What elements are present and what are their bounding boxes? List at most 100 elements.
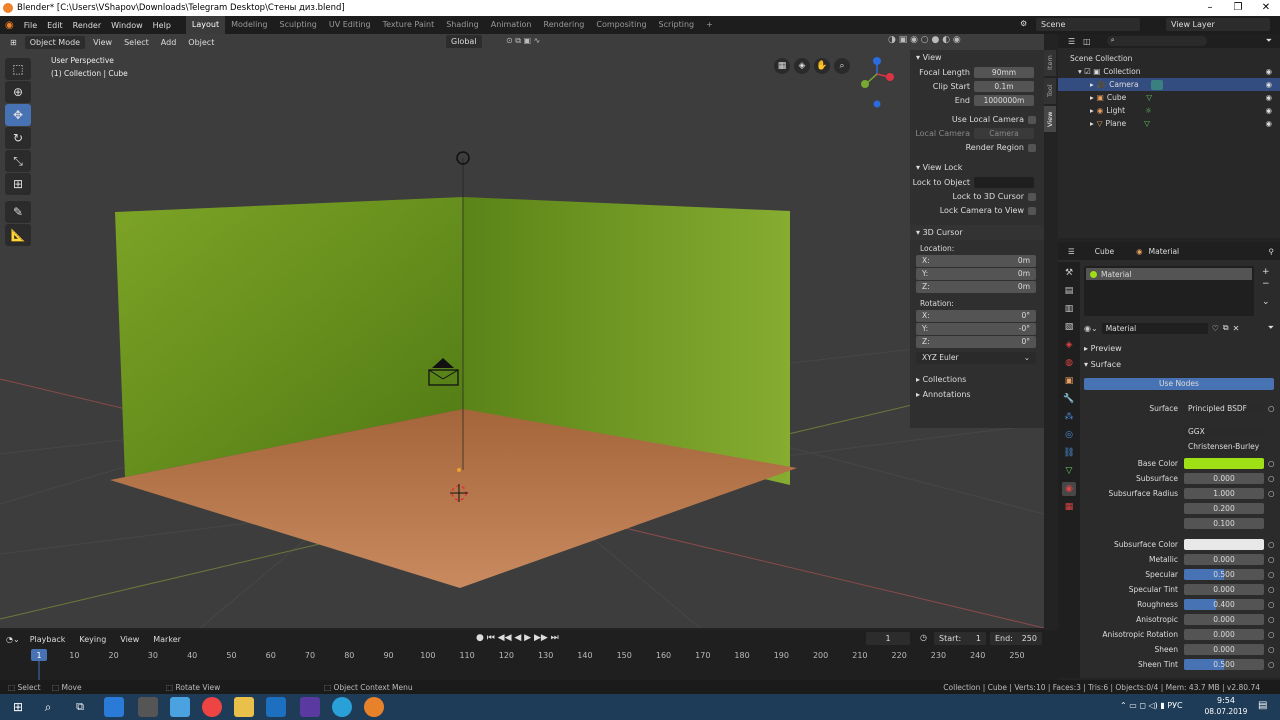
duplicate-icon[interactable]: ⧉ bbox=[1223, 323, 1229, 333]
navigation-gizmo[interactable] bbox=[861, 57, 894, 108]
eye-icon[interactable]: ◉ bbox=[1265, 67, 1272, 76]
scale-tool-icon[interactable]: ⤡ bbox=[5, 150, 31, 172]
node-link-icon[interactable]: ⏷ bbox=[1268, 323, 1274, 333]
base-color-swatch[interactable] bbox=[1184, 458, 1264, 469]
blender-menu-icon[interactable]: ◉ bbox=[0, 20, 19, 31]
prop-field[interactable]: 0.000 bbox=[1184, 644, 1264, 655]
clip-start-field[interactable]: 0.1m bbox=[974, 81, 1034, 92]
tab-tool[interactable]: Tool bbox=[1044, 78, 1056, 104]
subsurface-radius-x[interactable]: 1.000 bbox=[1184, 488, 1264, 499]
add-slot-button[interactable]: + bbox=[1262, 266, 1270, 278]
outliner-item-light[interactable]: ▸ ◉ Light ☼ ◉ bbox=[1058, 104, 1280, 117]
mode-selector[interactable]: Object Mode bbox=[24, 35, 86, 49]
collections-header[interactable]: ▸ Collections bbox=[910, 372, 1044, 387]
current-frame-field[interactable]: 1 bbox=[866, 632, 910, 645]
subsurface-field[interactable]: 0.000 bbox=[1184, 473, 1264, 484]
annotate-tool-icon[interactable]: ✎ bbox=[5, 201, 31, 223]
tab-sculpting[interactable]: Sculpting bbox=[274, 16, 323, 34]
minimize-button[interactable]: – bbox=[1196, 0, 1224, 16]
subsurface-radius-y[interactable]: 0.200 bbox=[1184, 503, 1264, 514]
tab-compositing[interactable]: Compositing bbox=[590, 16, 652, 34]
blender-taskbar-icon[interactable] bbox=[364, 697, 384, 717]
overlay-shading-icons[interactable]: ◑ ▣ ◉ ○ ● ◐ ◉ bbox=[888, 35, 961, 45]
rotate-tool-icon[interactable]: ↻ bbox=[5, 127, 31, 149]
menu-window[interactable]: Window bbox=[106, 21, 148, 30]
pin-icon[interactable]: ⚲ bbox=[1269, 247, 1280, 256]
output-tab-icon[interactable]: ▥ bbox=[1062, 302, 1076, 316]
close-button[interactable]: ✕ bbox=[1252, 0, 1280, 16]
surface-shader-field[interactable]: Principled BSDF bbox=[1184, 403, 1264, 414]
outliner-editor-icon[interactable]: ☰ bbox=[1068, 37, 1075, 46]
cursor-rotation-z[interactable]: Z: 0° bbox=[916, 336, 1036, 348]
surface-panel-header[interactable]: ▾ Surface bbox=[1084, 360, 1121, 369]
menu-marker[interactable]: Marker bbox=[149, 635, 185, 644]
unlink-icon[interactable]: ✕ bbox=[1233, 324, 1240, 333]
menu-keying[interactable]: Keying bbox=[75, 635, 110, 644]
world-tab-icon[interactable]: ◍ bbox=[1062, 356, 1076, 370]
properties-editor-icon[interactable]: ☰ bbox=[1068, 247, 1075, 256]
tab-animation[interactable]: Animation bbox=[485, 16, 538, 34]
eye-icon[interactable]: ◉ bbox=[1265, 93, 1272, 102]
prop-field[interactable]: 0.000 bbox=[1184, 614, 1264, 625]
prop-field[interactable]: 0.500 bbox=[1184, 569, 1264, 580]
tab-modeling[interactable]: Modeling bbox=[225, 16, 273, 34]
snap-pivot-icons[interactable]: ⊙ ⧉ ▣ ∿ bbox=[506, 36, 540, 46]
menu-view[interactable]: View bbox=[89, 38, 116, 47]
material-browse-icon[interactable]: ◉⌄ bbox=[1084, 324, 1098, 333]
menu-select[interactable]: Select bbox=[120, 38, 153, 47]
cursor-rotation-y[interactable]: Y: -0° bbox=[916, 323, 1036, 335]
material-slot-item[interactable]: Material bbox=[1086, 268, 1252, 280]
outliner-item-plane[interactable]: ▸ ▽ Plane ▽ ◉ bbox=[1058, 117, 1280, 130]
material-tab-icon[interactable]: ◉ bbox=[1062, 482, 1076, 496]
preview-panel-header[interactable]: ▸ Preview bbox=[1084, 344, 1122, 353]
lock-camera-checkbox[interactable] bbox=[1028, 206, 1036, 215]
clock-date[interactable]: 08.07.2019 bbox=[1200, 707, 1252, 716]
use-local-camera-checkbox[interactable] bbox=[1028, 115, 1036, 124]
object-breadcrumb[interactable]: Cube bbox=[1095, 247, 1114, 256]
menu-help[interactable]: Help bbox=[148, 21, 176, 30]
filter-icon[interactable]: ⏷ bbox=[1266, 36, 1280, 46]
cursor-rotation-x[interactable]: X: 0° bbox=[916, 310, 1036, 322]
view-layer-selector[interactable]: View Layer bbox=[1166, 18, 1270, 31]
calculator-icon[interactable] bbox=[138, 697, 158, 717]
physics-tab-icon[interactable]: ◎ bbox=[1062, 428, 1076, 442]
tab-uv-editing[interactable]: UV Editing bbox=[323, 16, 377, 34]
select-box-tool-icon[interactable]: ⬚ bbox=[5, 58, 31, 80]
mail-app-icon[interactable] bbox=[104, 697, 124, 717]
prop-field[interactable]: 0.000 bbox=[1184, 554, 1264, 565]
tab-texture-paint[interactable]: Texture Paint bbox=[377, 16, 441, 34]
lock-3d-cursor-checkbox[interactable] bbox=[1028, 192, 1036, 201]
cursor-location-x[interactable]: X: 0m bbox=[916, 255, 1036, 267]
menu-file[interactable]: File bbox=[19, 21, 42, 30]
view-layer-tab-icon[interactable]: ▧ bbox=[1062, 320, 1076, 334]
notifications-icon[interactable]: ▤ bbox=[1258, 700, 1267, 711]
tab-shading[interactable]: Shading bbox=[440, 16, 485, 34]
prop-field[interactable]: 0.500 bbox=[1184, 659, 1264, 670]
outliner-search-input[interactable]: ⌕ bbox=[1106, 36, 1207, 46]
eye-icon[interactable]: ◉ bbox=[1265, 106, 1272, 115]
cursor-location-y[interactable]: Y: 0m bbox=[916, 268, 1036, 280]
scene-tab-icon[interactable]: ◈ bbox=[1062, 338, 1076, 352]
data-tab-icon[interactable]: ▽ bbox=[1062, 464, 1076, 478]
material-name-field[interactable]: Material bbox=[1101, 322, 1208, 334]
file-explorer-icon[interactable] bbox=[234, 697, 254, 717]
tab-layout[interactable]: Layout bbox=[185, 16, 226, 34]
tab-scripting[interactable]: Scripting bbox=[653, 16, 701, 34]
tab-view[interactable]: View bbox=[1044, 106, 1056, 132]
editor-type-icon[interactable]: ⊞ bbox=[6, 38, 21, 47]
distribution-dropdown[interactable]: GGX bbox=[1184, 426, 1264, 437]
windows-start-icon[interactable]: ⊞ bbox=[8, 697, 28, 717]
texture-tab-icon[interactable]: ▦ bbox=[1062, 500, 1076, 514]
clip-end-field[interactable]: 1000000m bbox=[974, 95, 1034, 106]
material-breadcrumb[interactable]: Material bbox=[1149, 247, 1179, 256]
local-camera-field[interactable]: Camera bbox=[974, 128, 1034, 139]
display-mode-icon[interactable]: ◫ bbox=[1083, 37, 1091, 46]
app-icon[interactable] bbox=[170, 697, 190, 717]
rotation-mode-dropdown[interactable]: XYZ Euler ⌄ bbox=[916, 352, 1036, 364]
render-tab-icon[interactable]: ▤ bbox=[1062, 284, 1076, 298]
tool-tab-icon[interactable]: ⚒ bbox=[1062, 266, 1076, 280]
cursor-tool-icon[interactable]: ⊕ bbox=[5, 81, 31, 103]
use-nodes-button[interactable]: Use Nodes bbox=[1084, 378, 1274, 390]
outliner-item-camera[interactable]: ▸ 🎥 Camera ◉ bbox=[1058, 78, 1280, 91]
outliner-item-cube[interactable]: ▸ ▣ Cube ▽ ◉ bbox=[1058, 91, 1280, 104]
